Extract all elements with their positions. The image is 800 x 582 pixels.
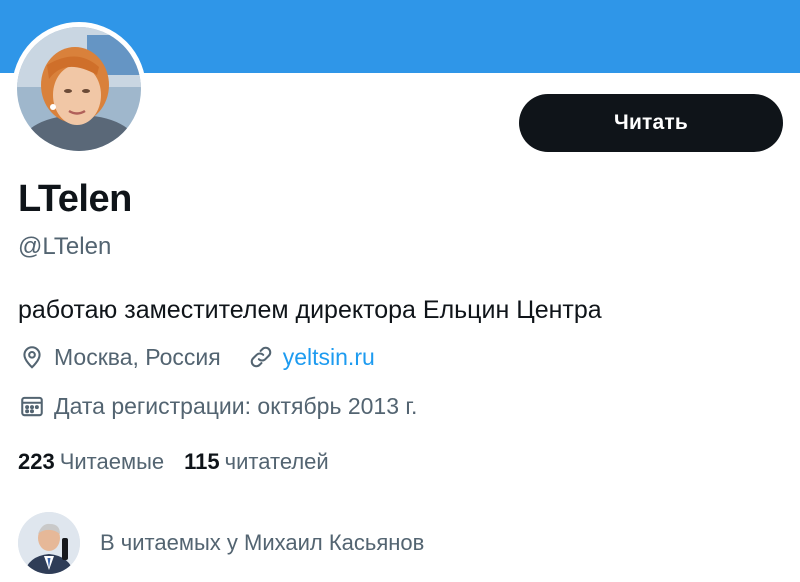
follow-button[interactable]: Читать (519, 94, 783, 152)
follower-avatar[interactable] (18, 512, 80, 574)
profile-joined-row: Дата регистрации: октябрь 2013 г. (18, 392, 417, 420)
profile-meta-row: Москва, Россия yeltsin.ru (18, 343, 375, 371)
profile-avatar[interactable] (12, 22, 146, 156)
followers-count: 115 (184, 449, 220, 474)
calendar-icon (18, 392, 46, 420)
followers-label: читателей (224, 449, 329, 474)
following-count: 223 (18, 449, 55, 474)
profile-joined-date: Дата регистрации: октябрь 2013 г. (54, 392, 418, 419)
following-label: Читаемые (59, 449, 165, 474)
profile-website-link[interactable]: yeltsin.ru (283, 344, 375, 371)
profile-stats: 223 Читаемые 115 читателей (18, 449, 349, 475)
followers-stat[interactable]: 115 читателей (184, 449, 329, 475)
profile-location: Москва, Россия (54, 343, 221, 370)
following-stat[interactable]: 223 Читаемые (18, 449, 164, 475)
profile-handle: @LTelen (18, 233, 112, 260)
followed-by-text: В читаемых у Михаил Касьянов (100, 530, 425, 555)
link-icon (247, 343, 275, 371)
followed-by-row[interactable]: В читаемых у Михаил Касьянов (18, 512, 424, 574)
profile-display-name: LTelen (18, 178, 132, 220)
profile-bio: работаю заместителем директора Ельцин Це… (18, 296, 602, 324)
location-pin-icon (18, 343, 46, 371)
